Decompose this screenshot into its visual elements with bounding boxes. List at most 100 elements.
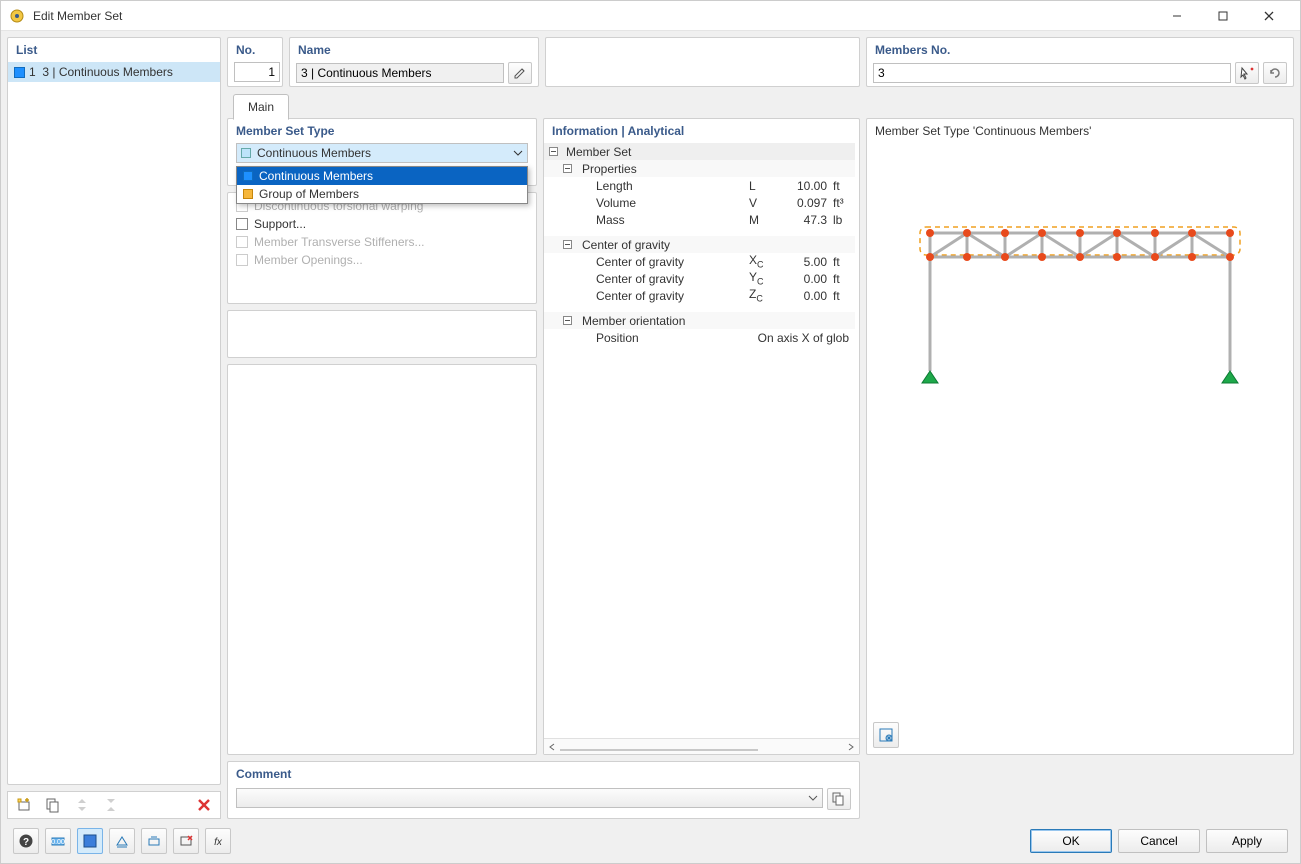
app-icon [9, 8, 25, 24]
dropdown-selected-label: Continuous Members [257, 146, 507, 160]
option-trans-stiff: Member Transverse Stiffeners... [228, 233, 536, 251]
close-button[interactable] [1246, 1, 1292, 31]
member-set-type-label: Member Set Type [228, 119, 536, 143]
tree-toggle-icon[interactable] [546, 145, 560, 159]
option-label: Support... [254, 217, 306, 231]
function-button[interactable]: fx [205, 828, 231, 854]
tree-sym: L [745, 179, 781, 193]
no-label: No. [228, 38, 282, 62]
scroll-right-icon[interactable] [843, 739, 859, 755]
delete-item-button[interactable] [191, 794, 217, 816]
preview-canvas [867, 143, 1293, 722]
name-input[interactable] [296, 63, 504, 83]
comment-label: Comment [228, 762, 859, 786]
svg-text:fx: fx [214, 837, 223, 848]
window-title: Edit Member Set [33, 9, 1154, 23]
edit-name-button[interactable] [508, 62, 532, 84]
tree-unit: lb [829, 213, 855, 227]
chevron-down-icon [513, 148, 523, 158]
apply-button[interactable]: Apply [1206, 829, 1288, 853]
tool-2-button[interactable] [141, 828, 167, 854]
dropdown-option-group[interactable]: Group of Members [237, 185, 527, 203]
preview-title: Member Set Type 'Continuous Members' [867, 119, 1293, 143]
option-color-icon [243, 171, 253, 181]
tab-main[interactable]: Main [233, 94, 289, 120]
tree-sym: ZC [745, 287, 781, 303]
new-item-button[interactable] [11, 794, 37, 816]
preview-settings-button[interactable] [873, 722, 899, 748]
tree-label: Center of gravity [562, 289, 745, 303]
members-no-label: Members No. [867, 38, 1293, 62]
tree-label: Center of gravity [562, 272, 745, 286]
option-label: Member Openings... [254, 253, 363, 267]
tree-sym: XC [745, 253, 781, 269]
tree-val: 47.3 [781, 213, 829, 227]
tree-label: Member Set [562, 145, 745, 159]
color-toggle-button[interactable] [77, 828, 103, 854]
pick-members-button[interactable] [1235, 62, 1259, 84]
list-item-name: 3 | Continuous Members [42, 65, 173, 79]
svg-text:?: ? [23, 837, 29, 848]
tree-val: 0.00 [781, 272, 829, 286]
tree-label: Length [562, 179, 745, 193]
tree-label: Center of gravity [562, 238, 745, 252]
minimize-button[interactable] [1154, 1, 1200, 31]
tree-unit: ft³ [829, 196, 855, 210]
tree-val: 0.00 [781, 289, 829, 303]
member-set-type-dropdown-list: Continuous Members Group of Members [236, 166, 528, 204]
tree-sym: YC [745, 270, 781, 286]
horizontal-scrollbar[interactable] [544, 738, 859, 754]
dropdown-option-continuous[interactable]: Continuous Members [237, 167, 527, 185]
list-label: List [8, 38, 220, 62]
tree-unit: ft [829, 255, 855, 269]
tree-label: Mass [562, 213, 745, 227]
name-label: Name [290, 38, 538, 62]
cancel-button[interactable]: Cancel [1118, 829, 1200, 853]
undo-button[interactable] [1263, 62, 1287, 84]
no-input[interactable] [234, 62, 280, 82]
tree-label: Member orientation [562, 314, 745, 328]
chevron-down-icon [808, 793, 818, 803]
members-no-input[interactable] [873, 63, 1231, 83]
collapse-button[interactable] [69, 794, 95, 816]
tree-val: On axis X of glob [715, 331, 855, 345]
comment-combo[interactable] [236, 788, 823, 808]
tree-label: Properties [562, 162, 745, 176]
list-item-color-icon [14, 67, 25, 78]
option-label: Member Transverse Stiffeners... [254, 235, 425, 249]
tree-sym: V [745, 196, 781, 210]
tree-label: Volume [562, 196, 745, 210]
dropdown-option-label: Continuous Members [259, 169, 373, 183]
tree-val: 5.00 [781, 255, 829, 269]
ok-button[interactable]: OK [1030, 829, 1112, 853]
units-button[interactable]: 0.00 [45, 828, 71, 854]
comment-library-button[interactable] [827, 788, 851, 810]
info-label: Information | Analytical [544, 119, 859, 143]
tree-unit: ft [829, 272, 855, 286]
tree-label: Center of gravity [562, 255, 745, 269]
tree-sym: M [745, 213, 781, 227]
expand-button[interactable] [98, 794, 124, 816]
left-column: List 1 3 | Continuous Members [7, 37, 221, 819]
help-button[interactable]: ? [13, 828, 39, 854]
titlebar: Edit Member Set [1, 1, 1300, 31]
dropdown-option-label: Group of Members [259, 187, 359, 201]
option-color-icon [243, 189, 253, 199]
type-color-icon [241, 148, 251, 158]
option-support[interactable]: Support... [228, 215, 536, 233]
copy-item-button[interactable] [40, 794, 66, 816]
tree-val: 10.00 [781, 179, 829, 193]
list-toolbar [7, 791, 221, 819]
tree-val: 0.097 [781, 196, 829, 210]
window-buttons [1154, 1, 1292, 31]
maximize-button[interactable] [1200, 1, 1246, 31]
tool-1-button[interactable] [109, 828, 135, 854]
tool-3-button[interactable] [173, 828, 199, 854]
tree-unit: ft [829, 179, 855, 193]
option-openings: Member Openings... [228, 251, 536, 269]
scroll-left-icon[interactable] [544, 739, 560, 755]
tree-unit: ft [829, 289, 855, 303]
list-item-no: 1 [29, 65, 36, 79]
list-item[interactable]: 1 3 | Continuous Members [8, 62, 220, 82]
member-set-type-dropdown[interactable]: Continuous Members [236, 143, 528, 163]
